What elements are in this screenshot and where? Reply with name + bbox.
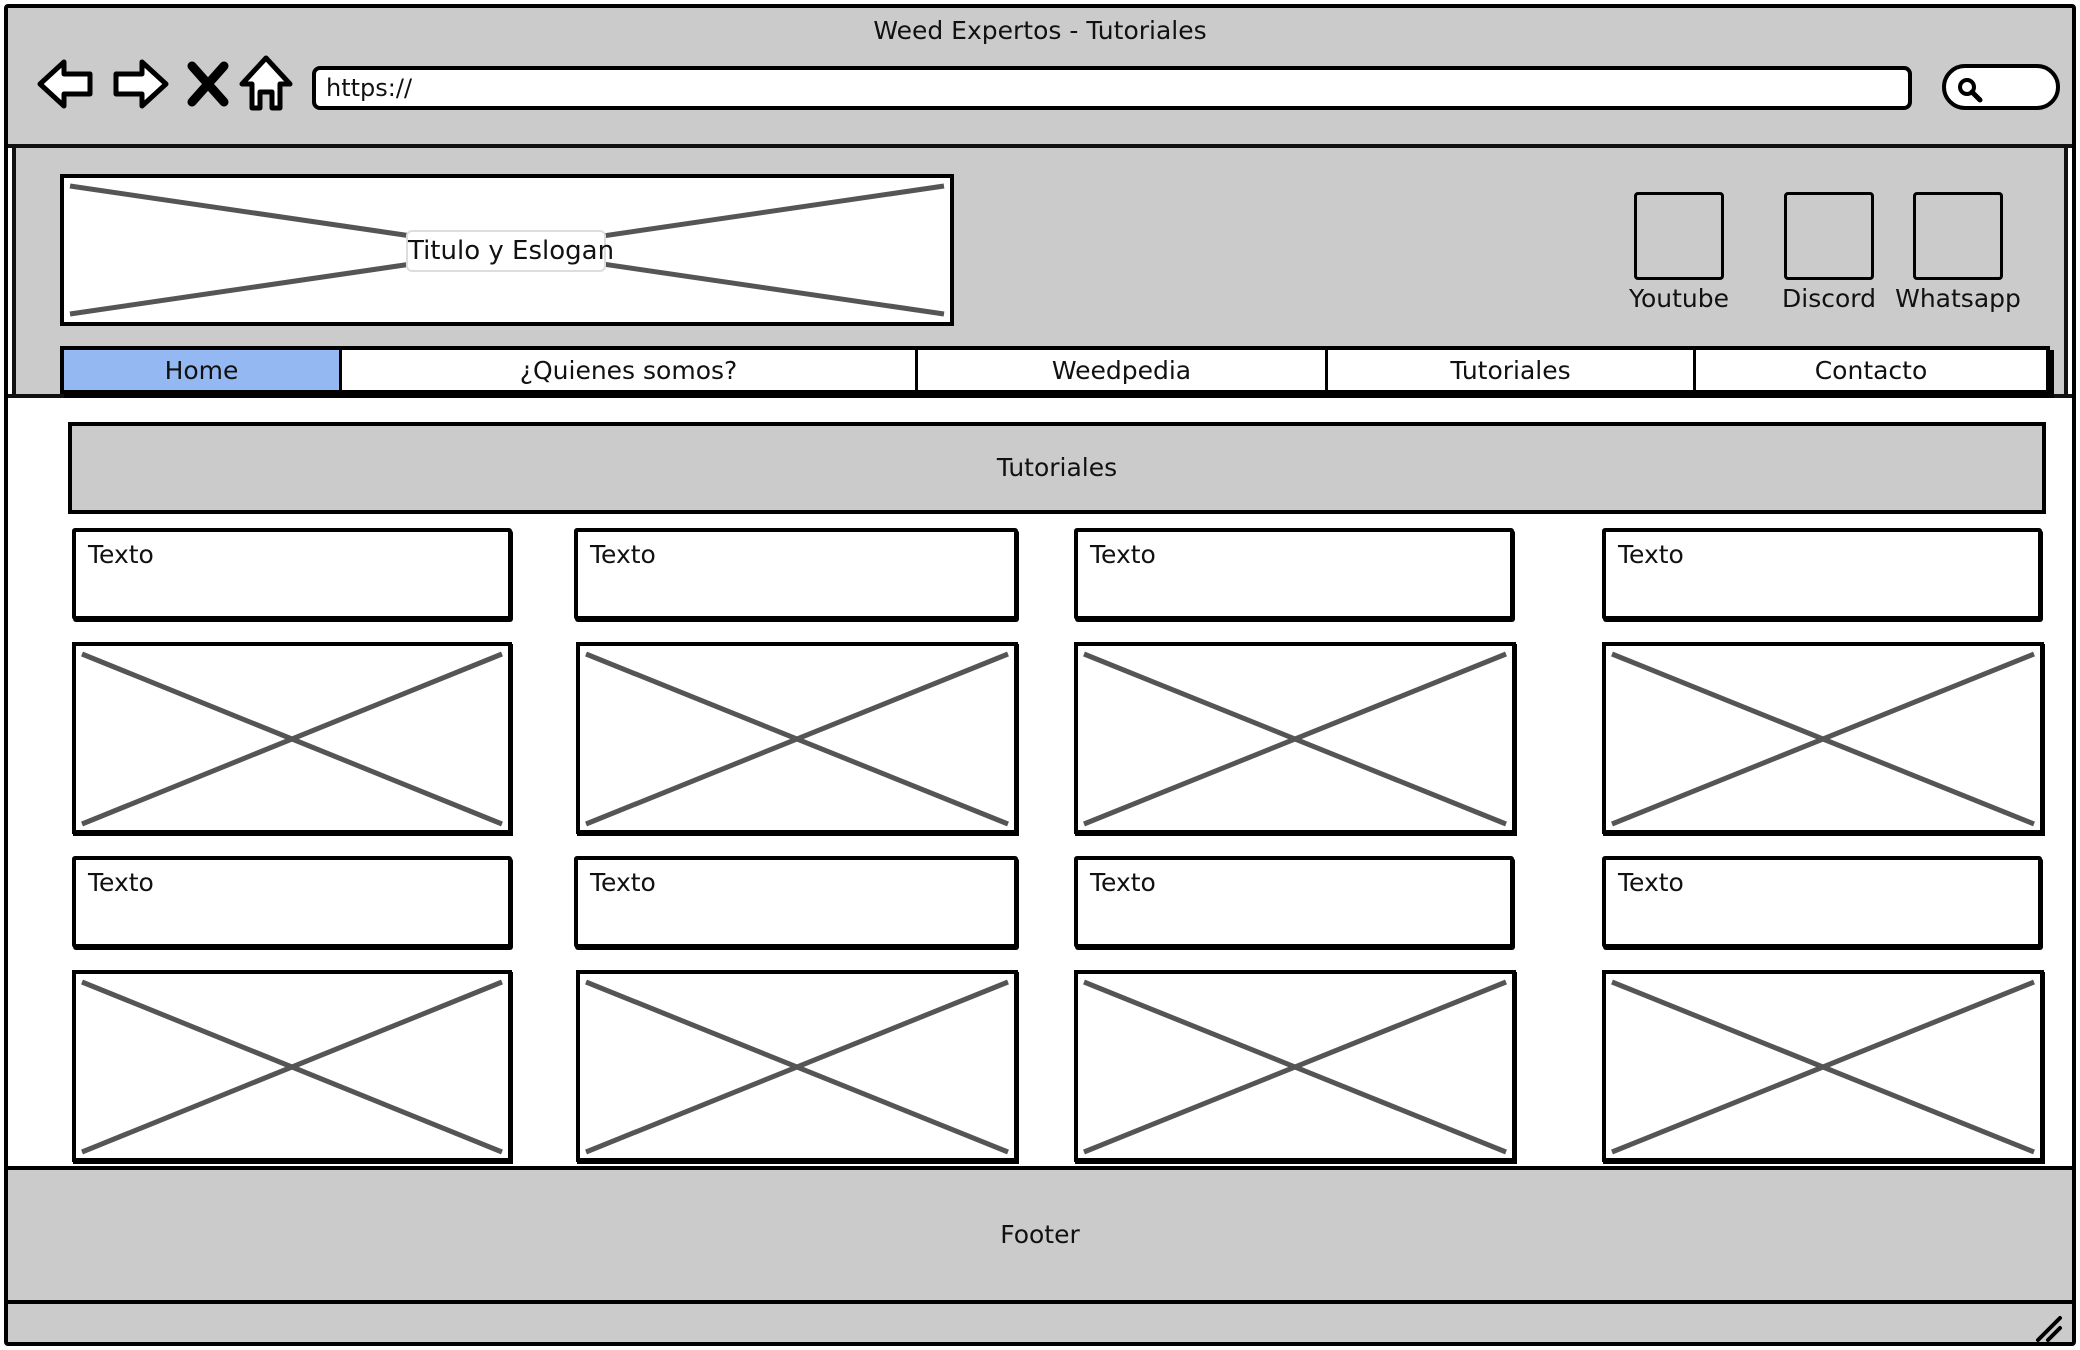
browser-statusbar xyxy=(8,1304,2072,1344)
site-footer: Footer xyxy=(8,1166,2072,1304)
tutorial-image-placeholder xyxy=(1602,970,2044,1162)
search-icon xyxy=(1958,78,1983,103)
nav-home[interactable]: Home xyxy=(64,350,342,390)
whatsapp-link-icon[interactable] xyxy=(1913,192,2003,280)
header-divider xyxy=(8,394,2072,398)
section-title-bar: Tutoriales xyxy=(68,422,2046,514)
tutorial-text-card: Texto xyxy=(72,528,512,620)
youtube-link-icon[interactable] xyxy=(1634,192,1724,280)
nav-tutoriales[interactable]: Tutoriales xyxy=(1328,350,1696,390)
address-bar[interactable]: https:// xyxy=(312,66,1912,110)
nav-contacto[interactable]: Contacto xyxy=(1696,350,2046,390)
browser-window: Weed Expertos - Tutoriales https:// Titu xyxy=(4,4,2076,1346)
tutorial-text-card: Texto xyxy=(1074,528,1514,620)
resize-grip-icon[interactable] xyxy=(2032,1312,2064,1344)
site-title-slogan: Titulo y Eslogan xyxy=(406,230,614,272)
browser-search-box[interactable] xyxy=(1942,64,2060,110)
tutorial-text-card: Texto xyxy=(72,856,512,948)
tutorial-image-placeholder xyxy=(1602,642,2044,834)
tutorial-image-placeholder xyxy=(1074,970,1516,1162)
tutorial-image-placeholder xyxy=(576,970,1018,1162)
tutorial-text-card: Texto xyxy=(1074,856,1514,948)
browser-titlebar: Weed Expertos - Tutoriales https:// xyxy=(8,8,2072,148)
tutorial-image-placeholder xyxy=(1074,642,1516,834)
back-arrow-icon[interactable] xyxy=(34,52,98,116)
tutorial-image-placeholder xyxy=(576,642,1018,834)
stop-x-icon[interactable] xyxy=(180,52,236,116)
home-icon[interactable] xyxy=(234,52,298,116)
youtube-label: Youtube xyxy=(1629,284,1729,313)
main-nav: Home ¿Quienes somos? Weedpedia Tutoriale… xyxy=(60,346,2050,394)
nav-quienes-somos[interactable]: ¿Quienes somos? xyxy=(342,350,918,390)
window-title: Weed Expertos - Tutoriales xyxy=(873,16,1207,45)
tutorial-image-placeholder xyxy=(72,642,512,834)
tutorial-text-card: Texto xyxy=(1602,856,2042,948)
discord-link-icon[interactable] xyxy=(1784,192,1874,280)
tutorial-text-card: Texto xyxy=(1602,528,2042,620)
discord-label: Discord xyxy=(1782,284,1876,313)
tutorial-text-card: Texto xyxy=(574,528,1018,620)
tutorial-image-placeholder xyxy=(72,970,512,1162)
whatsapp-label: Whatsapp xyxy=(1895,284,2021,313)
tutorial-text-card: Texto xyxy=(574,856,1018,948)
forward-arrow-icon[interactable] xyxy=(108,52,172,116)
nav-weedpedia[interactable]: Weedpedia xyxy=(918,350,1328,390)
